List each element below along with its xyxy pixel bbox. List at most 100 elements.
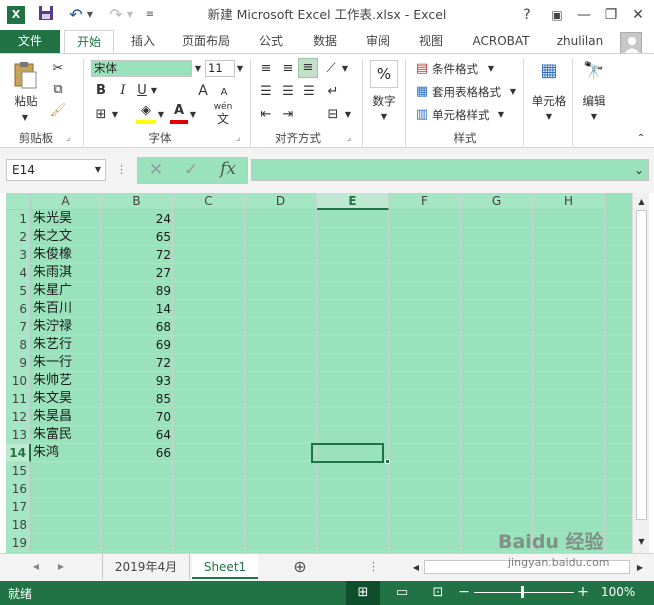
scroll-up-icon[interactable]: ▲	[635, 193, 648, 211]
sheet-next-icon[interactable]: ▶	[53, 554, 69, 580]
tab-insert[interactable]: 插入	[121, 30, 165, 53]
collapse-ribbon-icon[interactable]: ⌃	[634, 130, 648, 148]
font-size-dropdown-icon[interactable]: ▼	[235, 60, 245, 78]
zoom-slider-thumb[interactable]	[521, 586, 524, 598]
zoom-slider-track[interactable]	[474, 592, 574, 593]
number-button[interactable]: 数字	[368, 94, 400, 108]
tab-home[interactable]: 开始	[64, 30, 114, 54]
row-header[interactable]: 7	[6, 318, 31, 336]
cancel-entry-icon[interactable]: ✕	[146, 161, 166, 179]
cell-b2[interactable]: 65	[102, 228, 173, 246]
save-icon[interactable]	[36, 5, 56, 25]
cell-a1[interactable]: 朱光昊	[33, 210, 101, 228]
close-button[interactable]: ✕	[627, 4, 649, 26]
cell-a18[interactable]	[33, 516, 101, 534]
column-header-e[interactable]: E	[317, 193, 389, 210]
help-button[interactable]: ?	[516, 4, 538, 26]
cell-a19[interactable]	[33, 534, 101, 552]
tab-file[interactable]: 文件	[0, 30, 60, 53]
conditional-format-dropdown-icon[interactable]: ▼	[486, 60, 496, 78]
cell-b6[interactable]: 14	[102, 300, 173, 318]
redo-dropdown-icon[interactable]: ▼	[124, 5, 136, 25]
cell-styles-button[interactable]: 单元格样式	[432, 108, 502, 122]
cell-b10[interactable]: 93	[102, 372, 173, 390]
cell-b14[interactable]: 66	[102, 444, 173, 462]
tab-data[interactable]: 数据	[305, 30, 345, 53]
decrease-indent-icon[interactable]: ⇤	[256, 106, 276, 124]
format-table-button[interactable]: 套用表格格式	[432, 85, 512, 99]
cell-b13[interactable]: 64	[102, 426, 173, 444]
cell-a9[interactable]: 朱一行	[33, 354, 101, 372]
grow-font-button[interactable]: A	[195, 82, 211, 100]
align-middle-icon[interactable]: ≡	[278, 60, 298, 78]
row-header[interactable]: 16	[6, 480, 31, 498]
undo-icon[interactable]: ↶	[66, 5, 86, 25]
column-header-h[interactable]: H	[533, 193, 605, 210]
row-header[interactable]: 19	[6, 534, 31, 552]
format-painter-icon[interactable]: 🖌	[48, 102, 68, 120]
zoom-in-button[interactable]: +	[577, 584, 589, 600]
cell-b11[interactable]: 85	[102, 390, 173, 408]
format-table-dropdown-icon[interactable]: ▼	[508, 83, 518, 101]
tab-acrobat[interactable]: ACROBAT	[466, 30, 536, 53]
row-header[interactable]: 17	[6, 498, 31, 516]
cell-a14[interactable]: 朱鸿	[33, 444, 101, 462]
fill-handle[interactable]	[385, 459, 390, 464]
align-bottom-icon[interactable]: ≡	[298, 58, 318, 78]
cell-b18[interactable]	[102, 516, 173, 534]
cell-b15[interactable]	[102, 462, 173, 480]
name-box-dropdown-icon[interactable]: ▼	[92, 161, 104, 179]
confirm-entry-icon[interactable]: ✓	[181, 161, 201, 179]
cell-a16[interactable]	[33, 480, 101, 498]
row-header[interactable]: 9	[6, 354, 31, 372]
minimize-button[interactable]: —	[573, 4, 595, 26]
align-right-icon[interactable]: ☰	[299, 83, 319, 101]
cell-a7[interactable]: 朱泞禄	[33, 318, 101, 336]
format-table-icon[interactable]: ▦	[413, 83, 431, 101]
redo-icon[interactable]: ↷	[106, 5, 126, 25]
selected-cell-e14[interactable]	[311, 443, 384, 463]
font-color-button[interactable]: A	[170, 102, 188, 124]
row-header[interactable]: 14	[6, 444, 31, 462]
column-header-f[interactable]: F	[389, 193, 461, 210]
row-header[interactable]: 10	[6, 372, 31, 390]
column-header-a[interactable]: A	[31, 193, 101, 210]
zoom-level[interactable]: 100%	[601, 585, 635, 599]
row-header[interactable]: 11	[6, 390, 31, 408]
row-header[interactable]: 18	[6, 516, 31, 534]
row-header[interactable]: 15	[6, 462, 31, 480]
bold-button[interactable]: B	[92, 82, 110, 100]
row-header[interactable]: 8	[6, 336, 31, 354]
font-launcher-icon[interactable]: ⌟	[236, 133, 246, 143]
align-center-icon[interactable]: ☰	[278, 83, 298, 101]
align-left-icon[interactable]: ☰	[256, 83, 276, 101]
cell-a15[interactable]	[33, 462, 101, 480]
conditional-format-button[interactable]: 条件格式	[432, 62, 492, 76]
cell-b16[interactable]	[102, 480, 173, 498]
cell-a17[interactable]	[33, 498, 101, 516]
cells-button[interactable]: 单元格	[529, 94, 569, 108]
cell-b3[interactable]: 72	[102, 246, 173, 264]
merge-center-icon[interactable]: ⊟	[323, 106, 343, 124]
wrap-text-icon[interactable]: ↵	[323, 83, 343, 101]
row-header[interactable]: 4	[6, 264, 31, 282]
ribbon-display-icon[interactable]: ▣	[546, 4, 568, 26]
user-avatar-icon[interactable]	[620, 32, 642, 54]
row-header[interactable]: 13	[6, 426, 31, 444]
column-header-g[interactable]: G	[461, 193, 533, 210]
orientation-dropdown-icon[interactable]: ▼	[340, 60, 350, 78]
cell-b1[interactable]: 24	[102, 210, 173, 228]
cell-a10[interactable]: 朱帅艺	[33, 372, 101, 390]
select-all-corner[interactable]	[6, 193, 31, 210]
cell-b8[interactable]: 69	[102, 336, 173, 354]
cell-a6[interactable]: 朱百川	[33, 300, 101, 318]
fill-color-icon[interactable]: ◈	[136, 102, 156, 124]
cell-a5[interactable]: 朱星广	[33, 282, 101, 300]
cell-styles-icon[interactable]: ▥	[413, 106, 431, 124]
cell-b5[interactable]: 89	[102, 282, 173, 300]
paste-button[interactable]: 粘贴	[12, 94, 40, 108]
column-header-c[interactable]: C	[173, 193, 245, 210]
cells-icon[interactable]: ▦	[537, 62, 561, 80]
tab-split-icon[interactable]: ⋮	[368, 558, 379, 576]
cut-icon[interactable]: ✂	[48, 60, 68, 78]
